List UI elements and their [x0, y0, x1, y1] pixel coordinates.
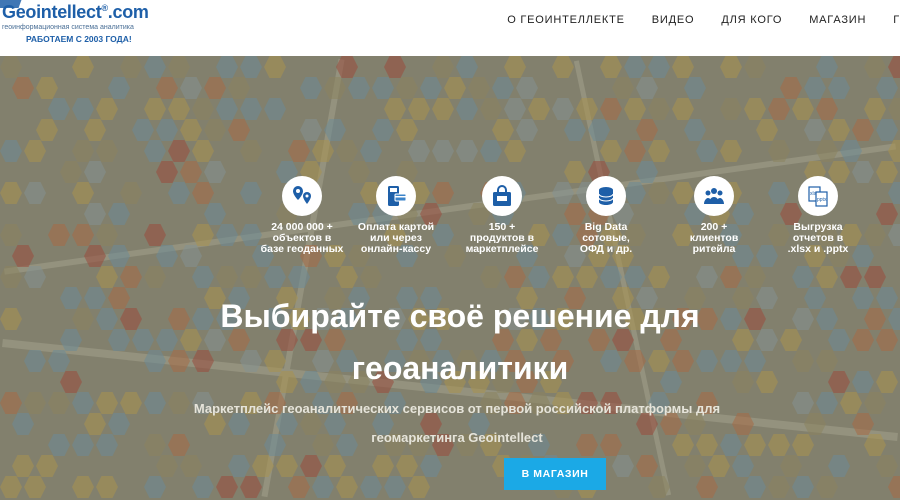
- map-pin-icon: [282, 176, 322, 216]
- feature-products: 150 + продуктов в маркетплейсе: [450, 176, 554, 255]
- feature-export: xls pptx Выгрузка отчетов в .xlsx и .pptx: [766, 176, 870, 255]
- feature-bigdata-text: Big Data сотовые, ОФД и др.: [579, 221, 633, 255]
- nav-item-shop[interactable]: МАГАЗИН: [809, 14, 866, 28]
- feature-payment-text: Оплата картой или через онлайн-кассу: [357, 221, 435, 255]
- clients-icon: [694, 176, 734, 216]
- feature-products-text: 150 + продуктов в маркетплейсе: [465, 221, 539, 255]
- logo[interactable]: Geointellect®.com геоинформационная сист…: [0, 0, 150, 52]
- logo-subtitle: геоинформационная система аналитика: [2, 24, 134, 31]
- card-payment-icon: [376, 176, 416, 216]
- hero-section: 24 000 000 + объектов в базе геоданных О…: [0, 56, 900, 500]
- feature-clients-text: 200 + клиентов ритейла: [689, 221, 739, 255]
- site-header: Geointellect®.com геоинформационная сист…: [0, 0, 900, 56]
- main-nav: О ГЕОИНТЕЛЛЕКТЕ ВИДЕО ДЛЯ КОГО МАГАЗИН Г: [480, 14, 900, 28]
- feature-payment: Оплата картой или через онлайн-кассу: [344, 176, 448, 255]
- shop-button[interactable]: В МАГАЗИН: [504, 458, 606, 490]
- feature-list: 24 000 000 + объектов в базе геоданных О…: [250, 176, 870, 266]
- feature-bigdata: Big Data сотовые, ОФД и др.: [554, 176, 658, 255]
- database-icon: [586, 176, 626, 216]
- export-files-icon: xls pptx: [798, 176, 838, 216]
- logo-name: Geointellect®.com: [2, 2, 149, 22]
- nav-item-video[interactable]: ВИДЕО: [652, 14, 695, 28]
- feature-objects-text: 24 000 000 + объектов в базе геоданных: [260, 221, 344, 255]
- svg-text:xls: xls: [810, 191, 817, 197]
- feature-objects: 24 000 000 + объектов в базе геоданных: [250, 176, 354, 255]
- hero-title-line-2: геоаналитики: [351, 350, 569, 386]
- logo-tagline: РАБОТАЕМ С 2003 ГОДА!: [26, 34, 132, 44]
- hero-subtitle: Маркетплейс геоаналитических сервисов от…: [0, 394, 900, 452]
- svg-text:pptx: pptx: [817, 197, 827, 203]
- hero-subtitle-line-2: геомаркетинга Geointellect: [371, 430, 543, 445]
- hero-subtitle-line-1: Маркетплейс геоаналитических сервисов от…: [193, 401, 721, 416]
- nav-item-about[interactable]: О ГЕОИНТЕЛЛЕКТЕ: [507, 14, 625, 28]
- feature-export-text: Выгрузка отчетов в .xlsx и .pptx: [787, 221, 849, 255]
- hero-title-line-1: Выбирайте своё решение для: [220, 298, 700, 334]
- nav-item-truncated[interactable]: Г: [893, 14, 900, 28]
- feature-clients: 200 + клиентов ритейла: [662, 176, 766, 255]
- hero-title: Выбирайте своё решение для геоаналитики: [0, 290, 900, 394]
- nav-item-for-whom[interactable]: ДЛЯ КОГО: [721, 14, 782, 28]
- shopping-bag-icon: [482, 176, 522, 216]
